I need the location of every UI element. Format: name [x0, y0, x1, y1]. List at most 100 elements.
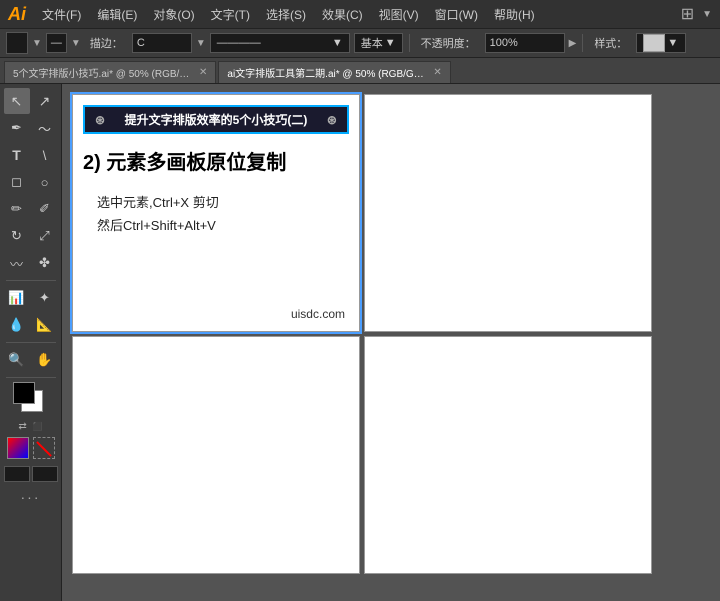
- ellipse-tool[interactable]: ○: [32, 169, 58, 195]
- control-toolbar: ▼ — ▼ 描边： ▼ ———— ▼ 基本 ▼ 不透明度： ▶ 样式： ▼: [0, 28, 720, 58]
- chevron-down-icon4: ▼: [332, 37, 343, 49]
- tool-row-7: 〰 ✤: [4, 250, 58, 276]
- tool-row-5: ✏ ✐: [4, 196, 58, 222]
- warp-tool[interactable]: 〰: [4, 250, 30, 276]
- brush-icon: ✏: [11, 201, 22, 217]
- symbol-icon: ✦: [39, 290, 50, 306]
- text-icon: T: [12, 147, 21, 163]
- chevron-down-icon2[interactable]: ▼: [71, 38, 81, 49]
- stroke-value-input[interactable]: [132, 33, 192, 53]
- chevron-down-icon[interactable]: ▼: [32, 38, 42, 49]
- rect-icon: ◻: [11, 174, 22, 190]
- style-color-swatch: [643, 34, 665, 52]
- app-logo: Ai: [8, 4, 26, 25]
- none-swatch[interactable]: [33, 437, 55, 459]
- artboard-2[interactable]: [364, 94, 652, 332]
- title-bar: Ai 文件(F) 编辑(E) 对象(O) 文字(T) 选择(S) 效果(C) 视…: [0, 0, 720, 28]
- chevron-down-icon6[interactable]: ▶: [569, 38, 577, 49]
- main-area: ↖ ↗ ✒ 〜 T \ ◻ ○: [0, 84, 720, 601]
- nav-help[interactable]: 帮助(H): [490, 4, 539, 25]
- curvature-tool[interactable]: 〜: [32, 115, 58, 141]
- stroke-label: 描边：: [85, 33, 128, 53]
- fill-color-swatch[interactable]: [6, 32, 28, 54]
- artboard-footer: uisdc.com: [291, 307, 345, 321]
- tab-label-2: ai文字排版工具第二期.ai* @ 50% (RGB/GPU 规范): [227, 65, 427, 80]
- chart-tool[interactable]: 📊: [4, 285, 30, 311]
- pen-tool[interactable]: ✒: [4, 115, 30, 141]
- rect-tool[interactable]: ◻: [4, 169, 30, 195]
- stroke-indicator[interactable]: —: [46, 33, 67, 53]
- eyedropper-icon: 💧: [8, 317, 24, 333]
- screen-mode-icon[interactable]: [32, 466, 58, 482]
- profile-selector[interactable]: 基本 ▼: [354, 33, 403, 53]
- nav-file[interactable]: 文件(F): [38, 4, 85, 25]
- hand-tool[interactable]: ✋: [32, 347, 58, 373]
- nav-effect[interactable]: 效果(C): [318, 4, 367, 25]
- puppet-warp-tool[interactable]: ✤: [32, 250, 58, 276]
- opacity-input[interactable]: [485, 33, 565, 53]
- gradient-swatch[interactable]: [7, 437, 29, 459]
- subtext-line-2: 然后Ctrl+Shift+Alt+V: [97, 214, 349, 237]
- swap-colors-icon[interactable]: ⇄: [18, 421, 26, 432]
- brush-tool[interactable]: ✏: [4, 196, 30, 222]
- zoom-icon: 🔍: [8, 352, 24, 368]
- stroke-style-selector[interactable]: ———— ▼: [210, 33, 350, 53]
- artboard-3[interactable]: [72, 336, 360, 574]
- tool-row-3: T \: [4, 142, 58, 168]
- nav-text[interactable]: 文字(T): [207, 4, 254, 25]
- measure-icon: 📐: [36, 317, 52, 333]
- color-pair[interactable]: [13, 382, 49, 418]
- title-banner-text: 提升文字排版效率的5个小技巧(二): [125, 111, 308, 128]
- style-selector[interactable]: ▼: [636, 33, 686, 53]
- scale-tool[interactable]: ⤢: [32, 223, 58, 249]
- measure-tool[interactable]: 📐: [32, 312, 58, 338]
- foreground-color-swatch[interactable]: [13, 382, 35, 404]
- nav-select[interactable]: 选择(S): [262, 4, 310, 25]
- view-options-icon[interactable]: [4, 466, 30, 482]
- artboard-1[interactable]: ⊛ 提升文字排版效率的5个小技巧(二) ⊛ 2) 元素多画板原位复制 选中元素,…: [72, 94, 360, 332]
- tab-close-1[interactable]: ✕: [199, 67, 207, 78]
- direct-select-icon: ↗: [39, 93, 51, 110]
- tool-separator-3: [6, 377, 56, 378]
- line-icon: \: [43, 148, 47, 163]
- select-tool[interactable]: ↖: [4, 88, 30, 114]
- tool-row-9: 💧 📐: [4, 312, 58, 338]
- tab-file1[interactable]: 5个文字排版小技巧.ai* @ 50% (RGB/GPU 预览) ✕: [4, 61, 216, 83]
- tab-file2[interactable]: ai文字排版工具第二期.ai* @ 50% (RGB/GPU 规范) ✕: [218, 61, 450, 83]
- nav-object[interactable]: 对象(O): [149, 4, 198, 25]
- direct-select-tool[interactable]: ↗: [32, 88, 58, 114]
- rotate-tool[interactable]: ↻: [4, 223, 30, 249]
- chevron-down-icon7: ▼: [667, 37, 678, 49]
- title-banner-icon-left: ⊛: [95, 113, 105, 127]
- profile-label: 基本: [361, 35, 383, 51]
- panel-switcher-icon[interactable]: ⊞: [681, 4, 694, 24]
- curvature-icon: 〜: [38, 119, 51, 138]
- zoom-tool[interactable]: 🔍: [4, 347, 30, 373]
- pencil-icon: ✐: [39, 201, 50, 217]
- canvas-area[interactable]: ⊛ 提升文字排版效率的5个小技巧(二) ⊛ 2) 元素多画板原位复制 选中元素,…: [62, 84, 720, 601]
- tool-row-6: ↻ ⤢: [4, 223, 58, 249]
- line-tool[interactable]: \: [32, 142, 58, 168]
- tool-separator-1: [6, 280, 56, 281]
- more-tools[interactable]: ···: [21, 489, 41, 505]
- toolbox: ↖ ↗ ✒ 〜 T \ ◻ ○: [0, 84, 62, 601]
- pencil-tool[interactable]: ✐: [32, 196, 58, 222]
- nav-view[interactable]: 视图(V): [375, 4, 423, 25]
- tool-row-4: ◻ ○: [4, 169, 58, 195]
- opacity-label: 不透明度：: [416, 33, 481, 53]
- artboard-4[interactable]: [364, 336, 652, 574]
- tool-row-1: ↖ ↗: [4, 88, 58, 114]
- ellipse-icon: ○: [41, 175, 49, 190]
- tab-close-2[interactable]: ✕: [433, 67, 441, 78]
- tool-separator-2: [6, 342, 56, 343]
- chevron-down-icon: ▼: [702, 9, 712, 20]
- nav-edit[interactable]: 编辑(E): [93, 4, 141, 25]
- chevron-down-icon3[interactable]: ▼: [196, 38, 206, 49]
- nav-window[interactable]: 窗口(W): [431, 4, 482, 25]
- eyedropper-tool[interactable]: 💧: [4, 312, 30, 338]
- reset-colors-icon[interactable]: ⬛: [33, 422, 43, 431]
- artboard-heading: 2) 元素多画板原位复制: [83, 146, 349, 175]
- text-tool[interactable]: T: [4, 142, 30, 168]
- symbol-tool[interactable]: ✦: [32, 285, 58, 311]
- puppet-warp-icon: ✤: [39, 255, 50, 271]
